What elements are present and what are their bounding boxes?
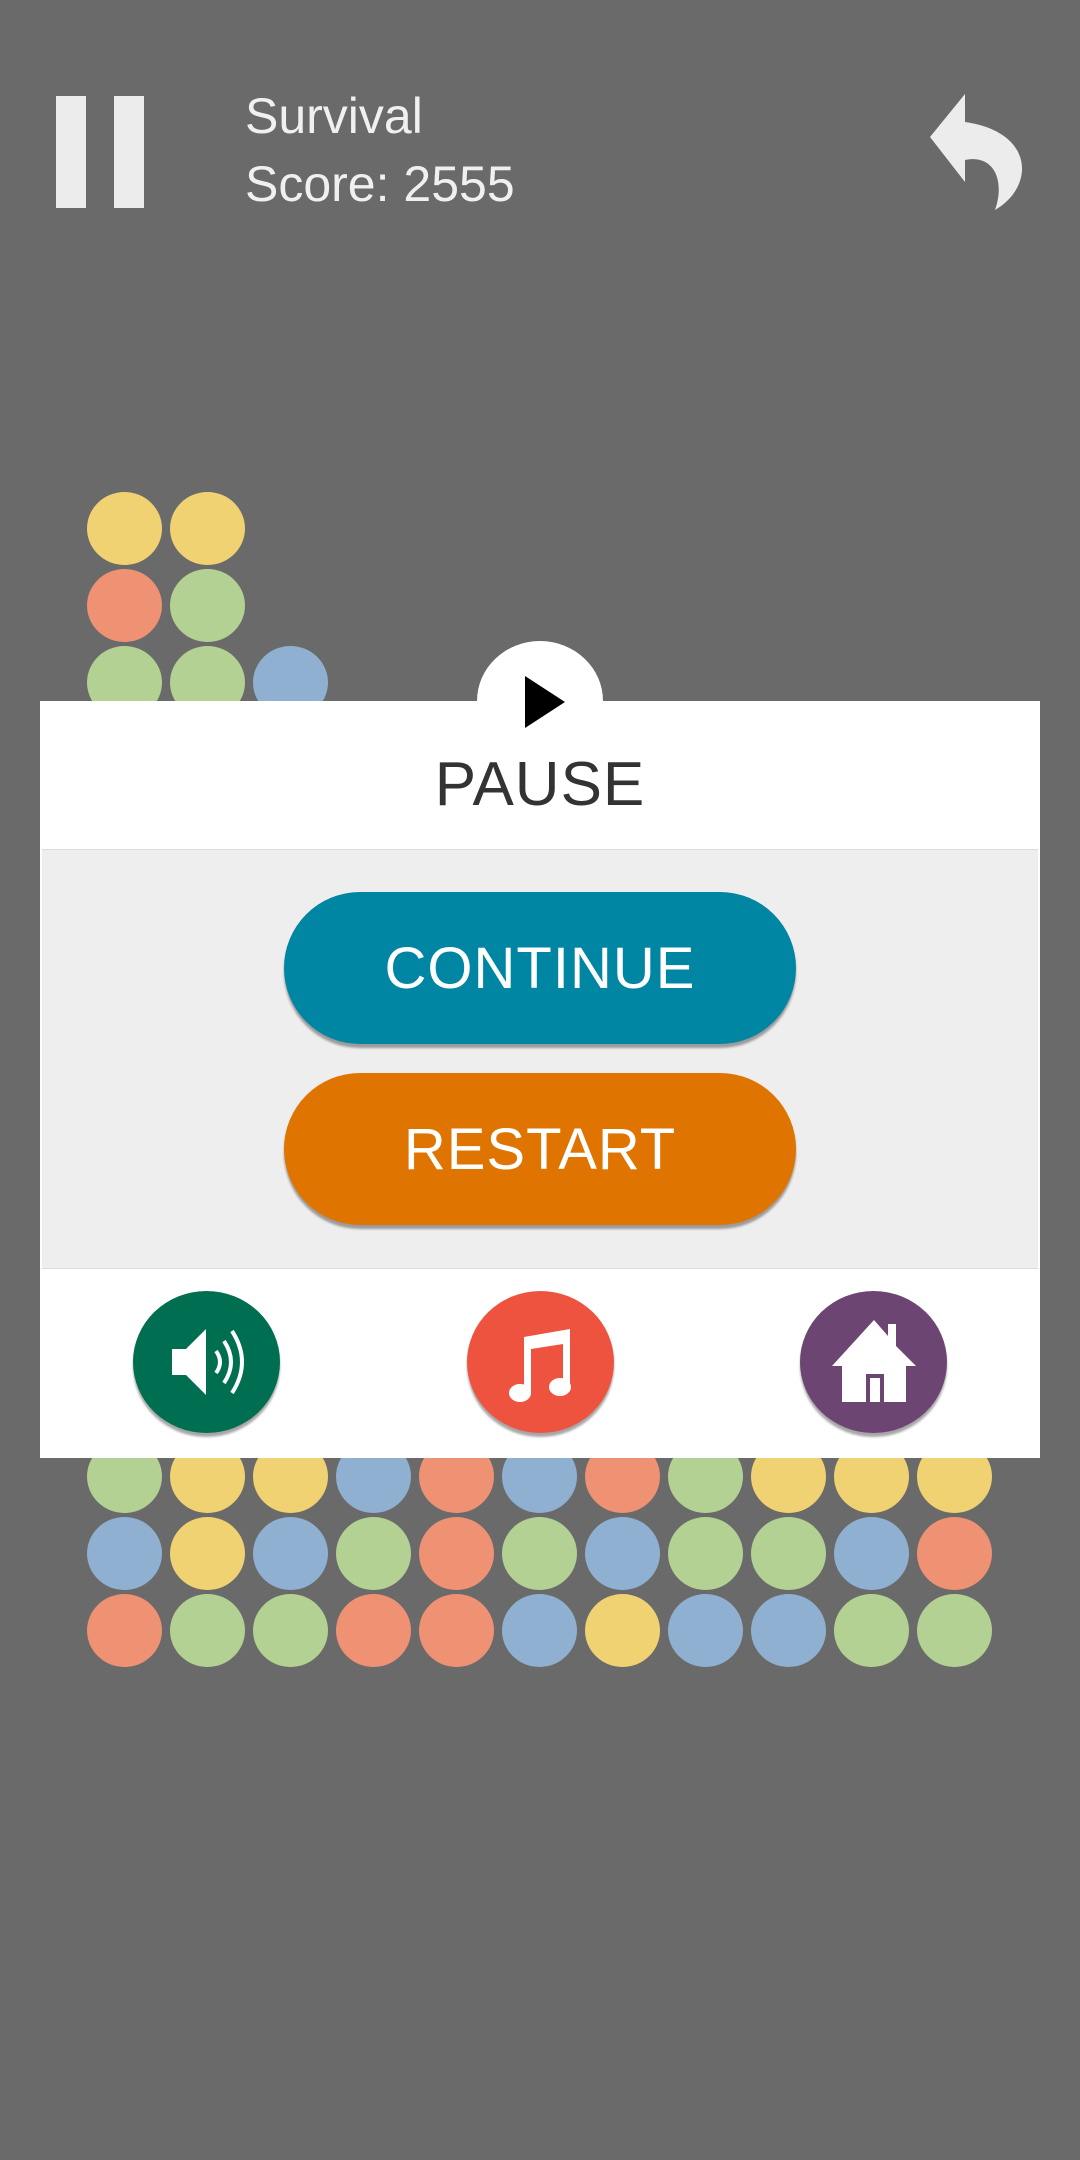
pause-button[interactable] bbox=[56, 96, 144, 208]
ball-orange[interactable] bbox=[917, 1517, 992, 1590]
ball-blue[interactable] bbox=[253, 1517, 328, 1590]
ball-orange[interactable] bbox=[87, 1594, 162, 1667]
ball-orange[interactable] bbox=[419, 1594, 494, 1667]
game-mode-label: Survival bbox=[245, 88, 423, 144]
ball-green[interactable] bbox=[834, 1594, 909, 1667]
ball-blue[interactable] bbox=[668, 1594, 743, 1667]
ball-orange[interactable] bbox=[419, 1517, 494, 1590]
ball-yellow[interactable] bbox=[170, 1517, 245, 1590]
ball-yellow[interactable] bbox=[170, 492, 245, 565]
music-note-icon bbox=[508, 1329, 571, 1402]
ball-yellow[interactable] bbox=[585, 1594, 660, 1667]
home-button[interactable] bbox=[800, 1291, 947, 1433]
score-label: Score: 2555 bbox=[245, 156, 515, 212]
ball-green[interactable] bbox=[253, 1594, 328, 1667]
ball-blue[interactable] bbox=[87, 1517, 162, 1590]
play-icon bbox=[525, 676, 565, 728]
pause-dialog: PAUSE CONTINUE RESTART bbox=[40, 701, 1040, 1458]
continue-button[interactable]: CONTINUE bbox=[284, 892, 796, 1044]
undo-arrow-icon bbox=[930, 94, 1023, 210]
home-icon bbox=[831, 1320, 916, 1402]
ball-green[interactable] bbox=[170, 569, 245, 642]
pause-icon-bar bbox=[114, 96, 144, 208]
ball-orange[interactable] bbox=[336, 1594, 411, 1667]
ball-green[interactable] bbox=[502, 1517, 577, 1590]
undo-button[interactable] bbox=[925, 92, 1035, 212]
pause-icon-bar bbox=[56, 96, 86, 208]
ball-green[interactable] bbox=[336, 1517, 411, 1590]
ball-blue[interactable] bbox=[751, 1594, 826, 1667]
ball-green[interactable] bbox=[751, 1517, 826, 1590]
ball-green[interactable] bbox=[170, 1594, 245, 1667]
restart-button[interactable]: RESTART bbox=[284, 1073, 796, 1225]
ball-blue[interactable] bbox=[585, 1517, 660, 1590]
ball-green[interactable] bbox=[917, 1594, 992, 1667]
sound-toggle-button[interactable] bbox=[133, 1291, 280, 1433]
speaker-icon bbox=[171, 1329, 244, 1395]
music-toggle-button[interactable] bbox=[467, 1291, 614, 1433]
resume-play-button[interactable] bbox=[477, 641, 603, 761]
ball-green[interactable] bbox=[668, 1517, 743, 1590]
ball-blue[interactable] bbox=[502, 1594, 577, 1667]
ball-orange[interactable] bbox=[87, 569, 162, 642]
ball-blue[interactable] bbox=[834, 1517, 909, 1590]
ball-yellow[interactable] bbox=[87, 492, 162, 565]
dialog-body: CONTINUE RESTART bbox=[42, 849, 1038, 1269]
